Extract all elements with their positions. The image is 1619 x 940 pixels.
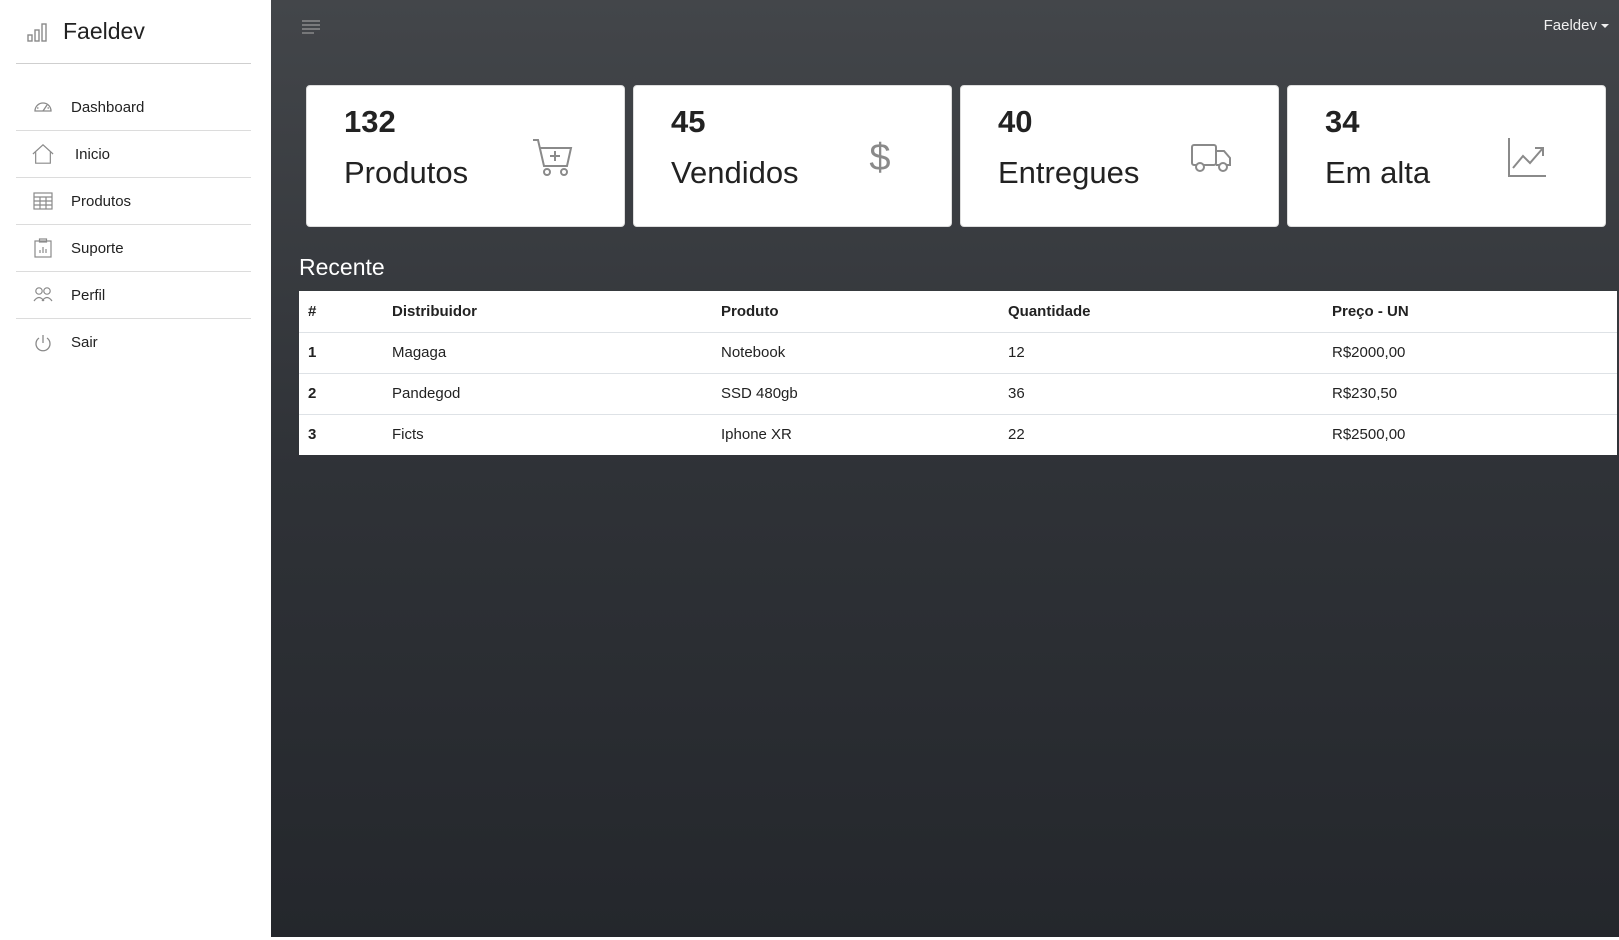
- sidebar-item-label: Suporte: [71, 239, 124, 257]
- graph-up-icon: [1508, 138, 1546, 177]
- stat-label: Em alta: [1325, 155, 1431, 190]
- col-header: Preço - UN: [1323, 291, 1617, 333]
- table-header-row: # Distribuidor Produto Quantidade Preço …: [299, 291, 1617, 333]
- table-cell: Iphone XR: [721, 426, 792, 444]
- stat-label: Entregues: [998, 155, 1140, 190]
- sidebar: Faeldev Dashboard Inicio Produtos Suport…: [0, 0, 271, 940]
- col-header: Distribuidor: [383, 291, 712, 333]
- table-cell: R$2000,00: [1323, 332, 1617, 374]
- col-header: Quantidade: [999, 291, 1323, 333]
- table-cell: Ficts: [392, 426, 424, 444]
- stats-cards: 132 Produtos 45 Vendidos $ 40 Entregues: [306, 85, 1606, 227]
- sidebar-item-label: Inicio: [75, 145, 111, 163]
- sidebar-item-label: Sair: [71, 334, 98, 351]
- recent-table: # Distribuidor Produto Quantidade Preço …: [299, 291, 1617, 455]
- table-cell: 12: [999, 332, 1323, 374]
- brand-title: Faeldev: [63, 18, 145, 44]
- table-cell: 22: [1008, 426, 1025, 444]
- sidebar-item-suporte[interactable]: Suporte: [16, 225, 251, 272]
- bar-chart-icon: [27, 22, 47, 42]
- table-cell: R$2500,00: [1332, 426, 1406, 444]
- sidebar-item-dashboard[interactable]: Dashboard: [16, 84, 251, 131]
- table-cell: 36: [999, 373, 1323, 415]
- sidebar-nav: Dashboard Inicio Produtos Suporte Perfil…: [16, 84, 251, 366]
- stat-value: 132: [344, 104, 396, 139]
- table-row[interactable]: 1 Magaga Notebook 12 R$2000,00: [299, 332, 1617, 374]
- col-header: #: [299, 291, 383, 333]
- table-cell: Pandegod: [383, 373, 712, 415]
- main-content: Faeldev 132 Produtos 45 Vendidos $ 40 En…: [271, 0, 1619, 940]
- power-icon: [32, 332, 54, 354]
- home-icon: [32, 143, 54, 165]
- caret-down-icon: [1601, 23, 1609, 28]
- stat-card-vendidos[interactable]: 45 Vendidos $: [633, 85, 952, 227]
- user-name: Faeldev: [1543, 17, 1597, 34]
- sidebar-item-perfil[interactable]: Perfil: [16, 272, 251, 319]
- stat-value: 40: [998, 104, 1033, 139]
- stat-card-produtos[interactable]: 132 Produtos: [306, 85, 625, 227]
- sidebar-item-label: Perfil: [71, 286, 106, 304]
- sidebar-item-label: Produtos: [71, 192, 132, 210]
- stat-label: Vendidos: [671, 155, 799, 190]
- table-cell: Notebook: [712, 332, 999, 374]
- speedometer-icon: [32, 96, 54, 118]
- stat-label: Produtos: [344, 155, 469, 190]
- stat-value: 34: [1325, 104, 1360, 139]
- cart-plus-icon: [533, 139, 573, 176]
- sidebar-item-sair[interactable]: Sair: [16, 319, 251, 366]
- stat-card-em-alta[interactable]: 34 Em alta: [1287, 85, 1606, 227]
- people-icon: [32, 284, 54, 306]
- table-cell: SSD 480gb: [712, 373, 999, 415]
- col-header: Produto: [712, 291, 999, 333]
- sidebar-item-inicio[interactable]: Inicio: [16, 131, 251, 178]
- user-dropdown[interactable]: Faeldev: [1544, 17, 1609, 34]
- truck-icon: [1191, 144, 1231, 172]
- table-cell: R$230,50: [1323, 373, 1617, 415]
- table-icon: [32, 190, 54, 212]
- hamburger-icon[interactable]: [301, 18, 321, 36]
- sidebar-item-produtos[interactable]: Produtos: [16, 178, 251, 225]
- stat-value: 45: [671, 104, 706, 139]
- brand[interactable]: Faeldev: [16, 0, 251, 64]
- table-row[interactable]: 2 Pandegod SSD 480gb 36 R$230,50: [299, 373, 1617, 415]
- svg-text:$: $: [869, 137, 890, 178]
- table-cell: 3: [308, 426, 317, 444]
- recent-title: Recente: [299, 254, 385, 280]
- stat-card-entregues[interactable]: 40 Entregues: [960, 85, 1279, 227]
- clipboard-data-icon: [32, 237, 54, 259]
- table-cell: 2: [299, 373, 383, 415]
- table-cell: 1: [299, 332, 383, 374]
- sidebar-item-label: Dashboard: [71, 98, 145, 116]
- table-cell: Magaga: [383, 332, 712, 374]
- table-row[interactable]: 3 Ficts Iphone XR 22 R$2500,00: [299, 414, 1617, 455]
- dollar-icon: $: [869, 137, 890, 178]
